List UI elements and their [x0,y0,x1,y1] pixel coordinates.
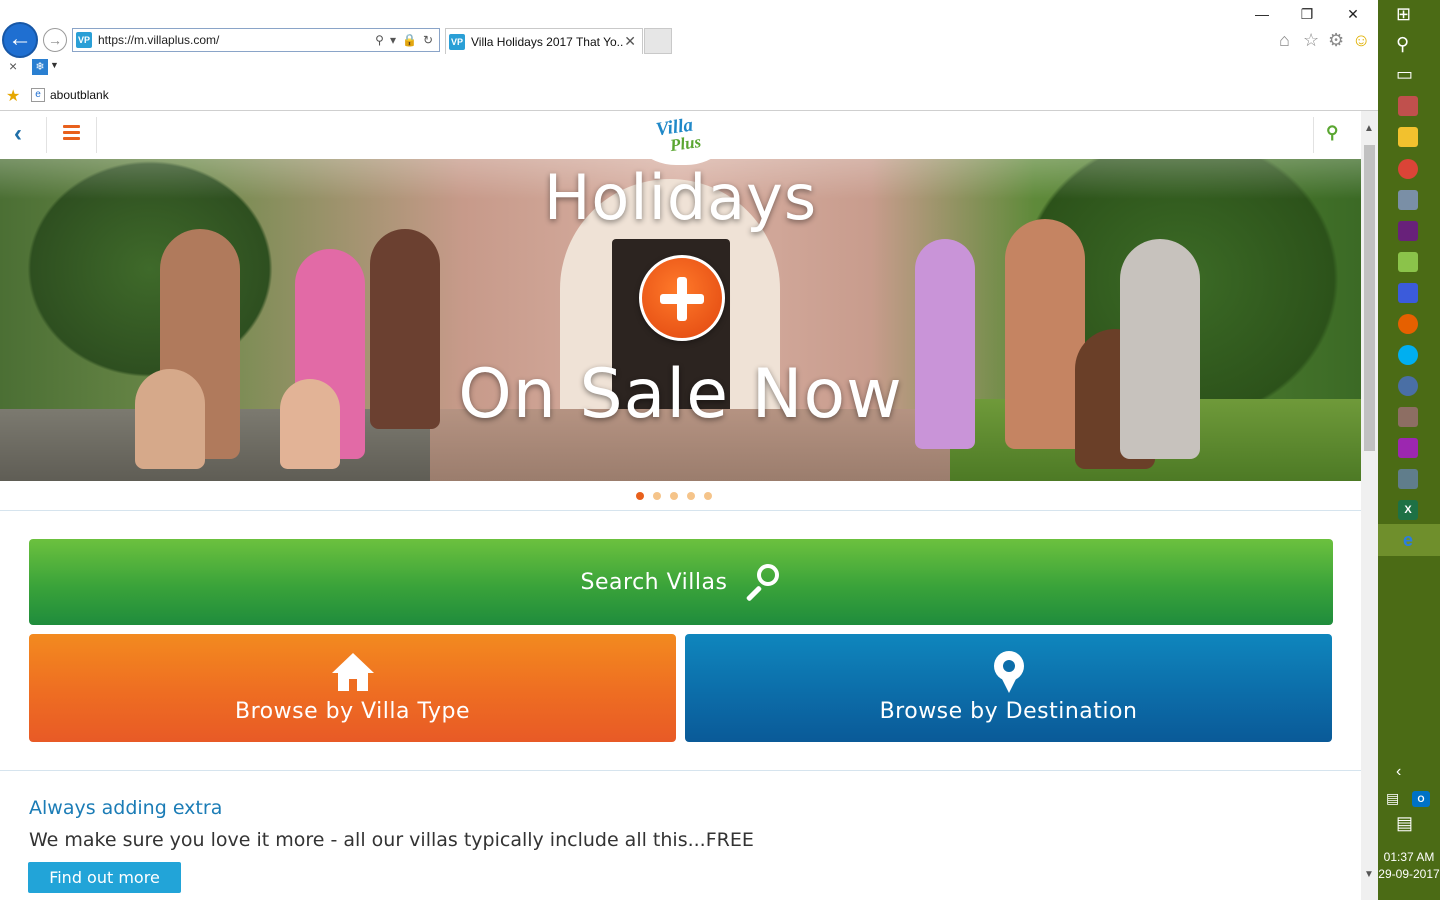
show-hidden-icons-chevron-icon[interactable]: ‹ [1396,763,1401,781]
villaplus-logo[interactable]: Villa Plus [622,111,740,165]
back-button[interactable]: ← [2,22,38,58]
new-tab-button[interactable] [644,28,672,54]
hero-banner[interactable]: Holidays On Sale Now [0,159,1361,481]
network-icon[interactable]: ▤ [1386,790,1399,807]
windows-start-icon[interactable]: ⊞ [1396,4,1411,25]
search-villas-label: Search Villas [580,569,728,595]
windows-taskbar: ⊞ ⚲ ▭ X e ‹ ▤ O ▤ 01:37 AM 29-09-2017 [1378,0,1440,900]
ie-page-icon: e [31,88,45,102]
addon-dropdown-icon[interactable]: ▼ [50,60,59,70]
clock-date: 29-09-2017 [1378,867,1440,881]
hero-title-line1: Holidays [543,161,818,234]
lock-icon[interactable]: 🔒 [402,33,417,47]
internet-explorer-icon[interactable]: e [1398,530,1418,550]
extras-description: We make sure you love it more - all our … [29,829,754,851]
firefox-icon[interactable] [1398,314,1418,334]
excel-icon[interactable]: X [1398,500,1418,520]
page-scrollbar[interactable]: ▲ ▼ [1361,111,1378,900]
skype-icon[interactable] [1398,345,1418,365]
url-text[interactable]: https://m.villaplus.com/ [98,33,375,47]
browser-tab[interactable]: VP Villa Holidays 2017 That Yo... ✕ [445,28,643,54]
scroll-thumb[interactable] [1364,145,1375,451]
visual-studio-icon[interactable] [1398,221,1418,241]
favorites-item-aboutblank[interactable]: aboutblank [50,88,109,102]
close-bar-icon[interactable]: × [9,58,17,74]
plus-icon [639,255,725,341]
search-villas-button[interactable]: Search Villas [29,539,1333,625]
section-divider [0,510,1361,511]
taskbar-search-icon[interactable]: ⚲ [1396,34,1409,55]
refresh-icon[interactable]: ↻ [423,33,433,47]
map-pin-icon [993,651,1024,693]
browse-destination-label: Browse by Destination [879,699,1138,724]
house-icon [331,653,374,693]
header-divider [46,117,47,153]
chrome-icon[interactable] [1398,159,1418,179]
site-search-icon[interactable]: ⚲ [1326,123,1338,143]
tab-favicon: VP [449,33,465,50]
site-favicon: VP [76,32,92,48]
magnifier-icon [741,562,781,602]
minimize-icon[interactable]: — [1242,4,1282,24]
browser-app-icon[interactable] [1398,376,1418,396]
taskbar-clock[interactable]: 01:37 AM 29-09-2017 [1378,849,1440,883]
logo-plus-text: Plus [668,131,703,156]
browse-destination-button[interactable]: Browse by Destination [685,634,1332,742]
browse-villa-type-button[interactable]: Browse by Villa Type [29,634,676,742]
remote-desktop-icon[interactable] [1398,469,1418,489]
notepad-icon[interactable] [1398,190,1418,210]
address-bar[interactable]: VP https://m.villaplus.com/ ⚲ ▾ 🔒 ↻ [72,28,440,52]
close-tab-icon[interactable]: ✕ [624,33,636,50]
command-bar: × ❄ ▼ [0,58,1378,78]
find-out-more-button[interactable]: Find out more [28,862,181,893]
extras-heading: Always adding extra [29,797,223,819]
header-divider [96,117,97,153]
hamburger-menu-icon[interactable] [63,125,80,143]
scroll-down-icon[interactable]: ▼ [1364,869,1374,880]
close-window-icon[interactable]: ✕ [1333,4,1373,24]
add-favorites-icon[interactable]: ★ [6,86,20,106]
archive-icon[interactable] [1398,407,1418,427]
site-back-icon[interactable]: ‹ [14,120,22,148]
app-icon[interactable] [1398,438,1418,458]
carousel-dot[interactable] [670,492,678,500]
action-center-icon[interactable]: ▤ [1396,813,1413,834]
search-icon[interactable]: ⚲ [375,33,384,47]
site-header: ‹ Villa Plus ⚲ [0,111,1361,165]
app-icon[interactable] [1398,283,1418,303]
favorites-bar: ★ e aboutblank [0,86,1378,106]
outlook-icon[interactable]: O [1412,791,1430,807]
carousel-dots [636,492,712,500]
favorites-star-icon[interactable]: ☆ [1303,30,1319,51]
forward-button[interactable]: → [43,28,67,52]
browser-chrome: ← → VP https://m.villaplus.com/ ⚲ ▾ 🔒 ↻ … [0,0,1378,111]
file-explorer-icon[interactable] [1398,127,1418,147]
task-view-icon[interactable]: ▭ [1396,64,1413,85]
settings-gear-icon[interactable]: ⚙ [1328,30,1344,51]
carousel-dot[interactable] [636,492,644,500]
carousel-dot[interactable] [653,492,661,500]
section-divider [0,770,1361,771]
clock-time: 01:37 AM [1383,850,1435,864]
carousel-dot[interactable] [704,492,712,500]
browse-villa-type-label: Browse by Villa Type [235,699,470,724]
tab-title[interactable]: Villa Holidays 2017 That Yo... [471,35,624,49]
photos-icon[interactable] [1398,252,1418,272]
home-icon[interactable]: ⌂ [1279,30,1290,51]
carousel-dot[interactable] [687,492,695,500]
scroll-up-icon[interactable]: ▲ [1364,123,1374,134]
feedback-smiley-icon[interactable]: ☺ [1352,30,1370,51]
dropdown-icon[interactable]: ▾ [390,33,396,47]
header-divider [1313,117,1314,153]
hero-title-line2: On Sale Now [458,355,903,434]
addon-icon[interactable]: ❄ [32,59,48,75]
restore-icon[interactable]: ❐ [1287,4,1327,24]
paint-app-icon[interactable] [1398,96,1418,116]
